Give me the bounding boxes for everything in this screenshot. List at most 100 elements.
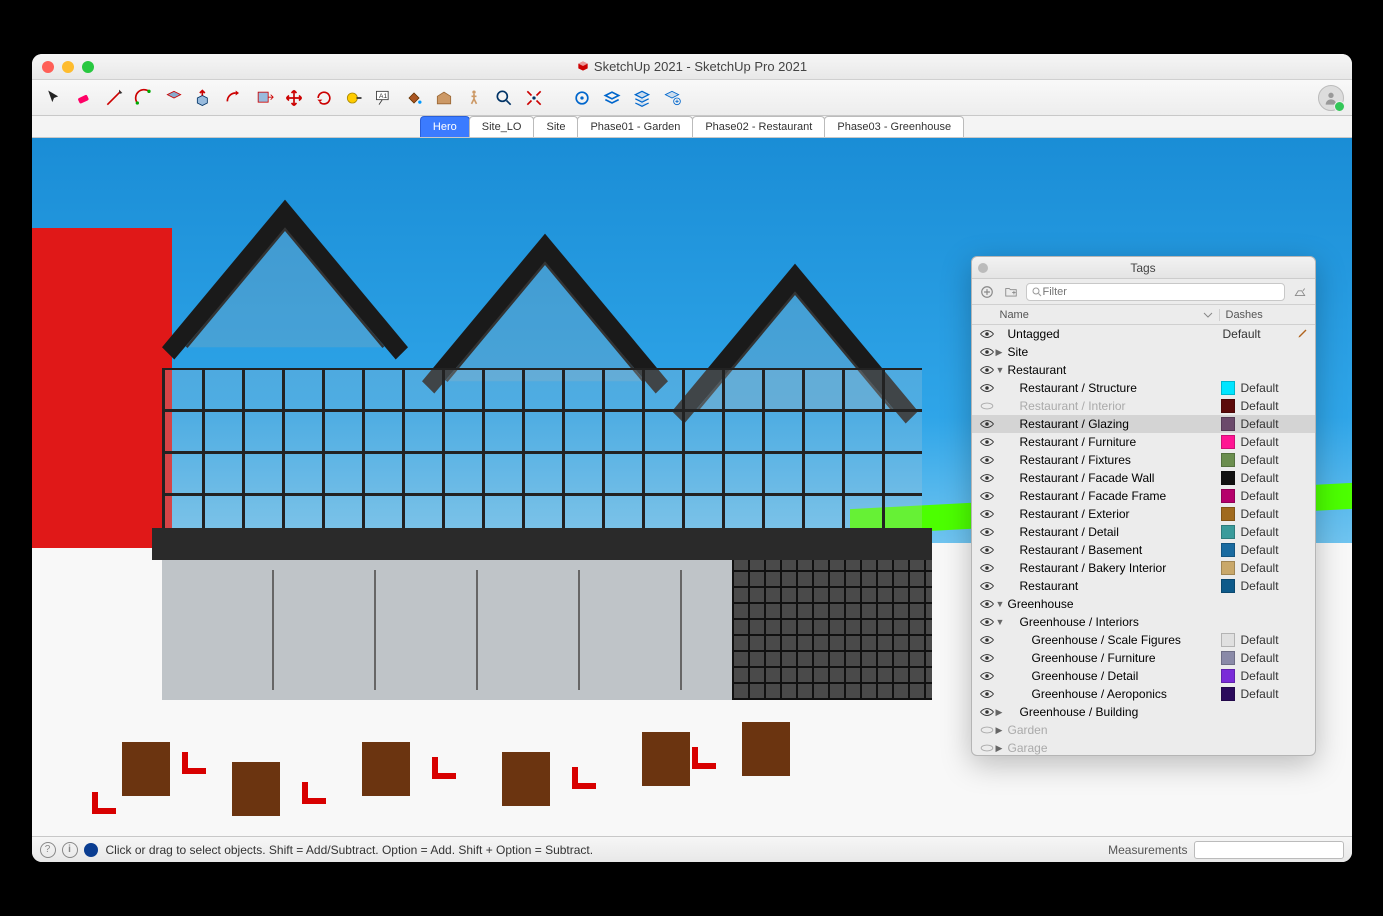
tag-row[interactable]: Restaurant / FixturesDefault	[972, 451, 1315, 469]
color-swatch[interactable]	[1221, 525, 1235, 539]
color-swatch[interactable]	[1221, 453, 1235, 467]
disclosure-icon[interactable]: ▼	[996, 617, 1008, 627]
dash-value[interactable]: Default	[1237, 399, 1315, 413]
visible-icon[interactable]	[978, 545, 996, 555]
add-folder-icon[interactable]	[1002, 283, 1020, 301]
dash-value[interactable]: Default	[1237, 561, 1315, 575]
filter-input[interactable]	[1043, 286, 1280, 298]
dash-value[interactable]: Default	[1237, 453, 1315, 467]
layers-icon[interactable]	[598, 84, 626, 112]
tape-measure-tool[interactable]	[340, 84, 368, 112]
push-pull-tool[interactable]	[190, 84, 218, 112]
walk-tool[interactable]	[460, 84, 488, 112]
disclosure-icon[interactable]: ▶	[996, 707, 1008, 718]
column-name-header[interactable]: Name	[1000, 309, 1203, 321]
zoom-tool[interactable]	[490, 84, 518, 112]
scene-tab[interactable]: Phase02 - Restaurant	[692, 116, 825, 137]
pencil-icon[interactable]	[1297, 327, 1315, 342]
scene-tab[interactable]: Site_LO	[469, 116, 535, 137]
tag-row[interactable]: Restaurant / Facade WallDefault	[972, 469, 1315, 487]
dash-value[interactable]: Default	[1237, 651, 1315, 665]
visible-icon[interactable]	[978, 491, 996, 501]
tag-row[interactable]: Restaurant / FurnitureDefault	[972, 433, 1315, 451]
tag-row[interactable]: UntaggedDefault	[972, 325, 1315, 343]
panel-titlebar[interactable]: Tags	[972, 257, 1315, 279]
scene-tab[interactable]: Hero	[420, 116, 470, 137]
disclosure-icon[interactable]: ▼	[996, 599, 1008, 609]
color-swatch[interactable]	[1221, 381, 1235, 395]
column-dashes-header[interactable]: Dashes	[1219, 309, 1315, 321]
visible-icon[interactable]	[978, 509, 996, 519]
tag-row[interactable]: ▶Site	[972, 343, 1315, 361]
disclosure-icon[interactable]: ▶	[996, 347, 1008, 358]
tag-row[interactable]: Restaurant / DetailDefault	[972, 523, 1315, 541]
select-tool[interactable]	[40, 84, 68, 112]
offset-tool[interactable]	[220, 84, 248, 112]
color-swatch[interactable]	[1221, 489, 1235, 503]
follow-me-tool[interactable]	[250, 84, 278, 112]
tag-row[interactable]: ▶Garden	[972, 721, 1315, 739]
viewport-3d[interactable]: Tags Name Dashes UntaggedDefault▶Site ▼ Re…	[32, 138, 1352, 836]
panel-column-header[interactable]: Name Dashes	[972, 305, 1315, 325]
visible-icon[interactable]	[978, 437, 996, 447]
visible-icon[interactable]	[978, 635, 996, 645]
maximize-icon[interactable]	[82, 61, 94, 73]
warehouse-tool[interactable]	[430, 84, 458, 112]
tag-row[interactable]: Greenhouse / DetailDefault	[972, 667, 1315, 685]
dash-value[interactable]: Default	[1237, 435, 1315, 449]
color-swatch[interactable]	[1221, 417, 1235, 431]
disclosure-icon[interactable]: ▶	[996, 743, 1008, 754]
visible-icon[interactable]	[978, 473, 996, 483]
tag-row[interactable]: Greenhouse / Scale FiguresDefault	[972, 631, 1315, 649]
line-tool[interactable]	[100, 84, 128, 112]
filter-field[interactable]	[1026, 283, 1285, 301]
color-swatch[interactable]	[1221, 579, 1235, 593]
tag-row[interactable]: RestaurantDefault	[972, 577, 1315, 595]
visible-icon[interactable]	[978, 455, 996, 465]
zoom-extents-tool[interactable]	[520, 84, 548, 112]
measurements-input[interactable]	[1194, 841, 1344, 859]
visible-icon[interactable]	[978, 707, 996, 717]
eraser-tool[interactable]	[70, 84, 98, 112]
color-swatch[interactable]	[1221, 543, 1235, 557]
scene-tab[interactable]: Phase01 - Garden	[577, 116, 693, 137]
tag-row[interactable]: Restaurant / InteriorDefault	[972, 397, 1315, 415]
dash-value[interactable]: Default	[1237, 381, 1315, 395]
visible-icon[interactable]	[978, 599, 996, 609]
xray-toggle-icon[interactable]	[658, 84, 686, 112]
tag-row[interactable]: Restaurant / ExteriorDefault	[972, 505, 1315, 523]
visible-icon[interactable]	[978, 527, 996, 537]
color-swatch[interactable]	[1221, 669, 1235, 683]
text-tool[interactable]: A1	[370, 84, 398, 112]
scene-tab[interactable]: Phase03 - Greenhouse	[824, 116, 964, 137]
color-swatch[interactable]	[1221, 471, 1235, 485]
tag-row[interactable]: Greenhouse / FurnitureDefault	[972, 649, 1315, 667]
hidden-icon[interactable]	[978, 743, 996, 753]
visible-icon[interactable]	[978, 347, 996, 357]
status-indicator-icon[interactable]	[84, 843, 98, 857]
disclosure-icon[interactable]: ▼	[996, 365, 1008, 375]
panel-close-icon[interactable]	[978, 263, 988, 273]
model-settings-icon[interactable]	[568, 84, 596, 112]
hidden-icon[interactable]	[978, 401, 996, 411]
visible-icon[interactable]	[978, 563, 996, 573]
add-tag-icon[interactable]	[978, 283, 996, 301]
color-swatch[interactable]	[1221, 633, 1235, 647]
visible-icon[interactable]	[978, 365, 996, 375]
outliner-icon[interactable]	[628, 84, 656, 112]
tags-panel[interactable]: Tags Name Dashes UntaggedDefault▶Site ▼ Re…	[971, 256, 1316, 756]
color-swatch[interactable]	[1221, 399, 1235, 413]
dash-value[interactable]: Default	[1237, 633, 1315, 647]
dash-value[interactable]: Default	[1237, 579, 1315, 593]
tag-row[interactable]: Restaurant / BasementDefault	[972, 541, 1315, 559]
panel-menu-icon[interactable]	[1291, 283, 1309, 301]
tag-row[interactable]: ▶Garage	[972, 739, 1315, 755]
visible-icon[interactable]	[978, 581, 996, 591]
tag-row[interactable]: ▶Greenhouse / Building	[972, 703, 1315, 721]
visible-icon[interactable]	[978, 689, 996, 699]
dash-value[interactable]: Default	[1237, 507, 1315, 521]
visible-icon[interactable]	[978, 383, 996, 393]
dash-value[interactable]: Default	[1237, 489, 1315, 503]
rectangle-tool[interactable]	[160, 84, 188, 112]
paint-bucket-tool[interactable]	[400, 84, 428, 112]
